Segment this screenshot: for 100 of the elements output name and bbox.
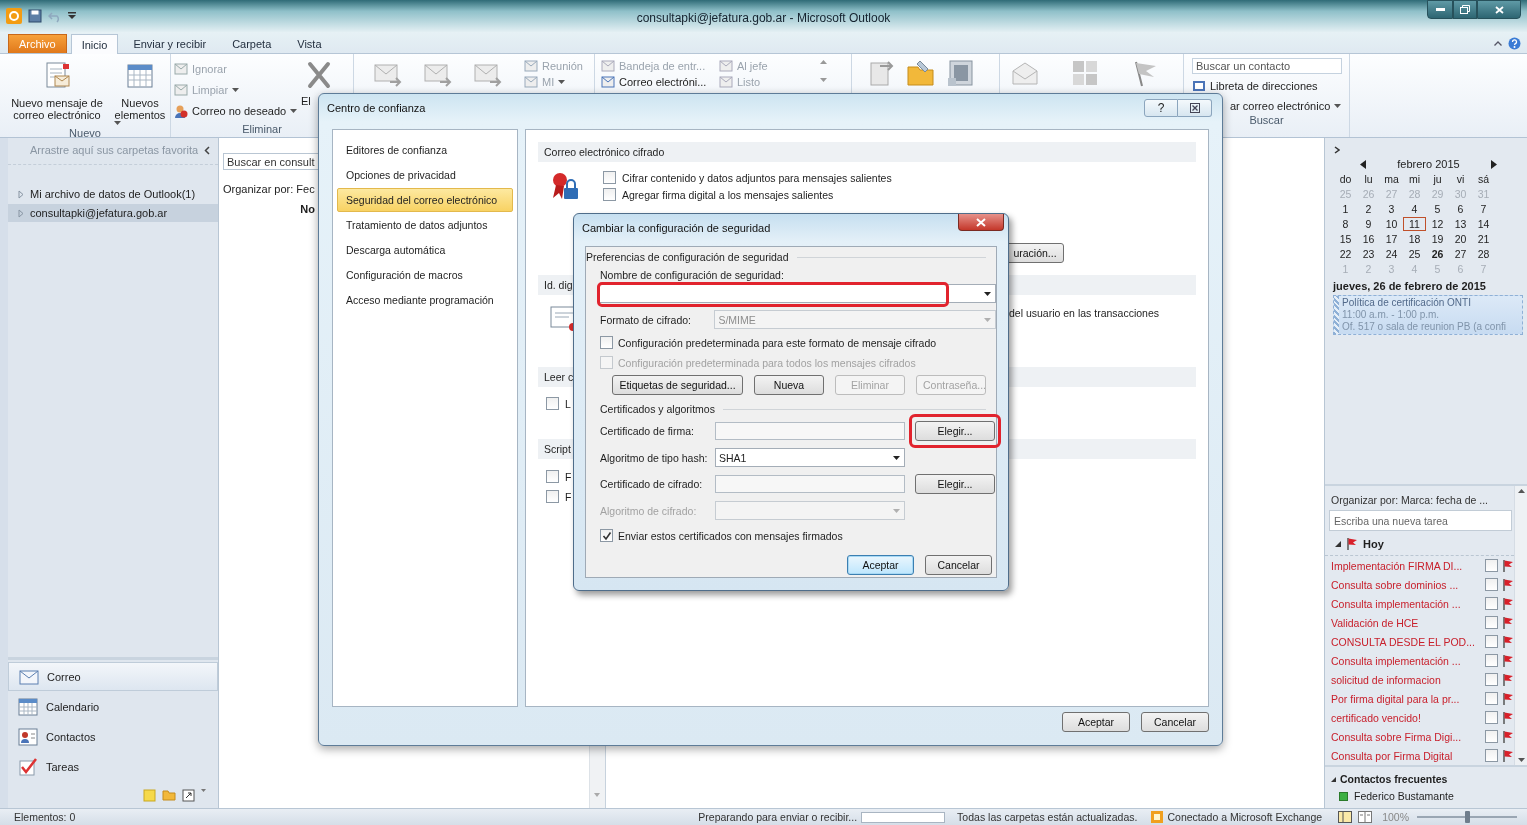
ribbon-button[interactable]: Correo no deseado	[174, 102, 298, 119]
category-item[interactable]: Seguridad del correo electrónico	[337, 188, 513, 212]
caret-icon[interactable]	[201, 789, 206, 792]
collapse-icon[interactable]	[1331, 776, 1336, 782]
checkbox[interactable]	[603, 188, 616, 201]
settings-button[interactable]: uración...	[1006, 243, 1064, 263]
collapse-icon[interactable]	[1335, 541, 1341, 547]
calendar-day[interactable]: 13	[1449, 217, 1472, 231]
module-button[interactable]: Correo	[8, 662, 218, 691]
certificate-field[interactable]	[715, 422, 905, 440]
category-item[interactable]: Opciones de privacidad	[337, 163, 513, 187]
calendar-day[interactable]: 20	[1449, 232, 1472, 246]
folder-icon[interactable]	[162, 789, 176, 801]
calendar-day[interactable]: 22	[1334, 247, 1357, 261]
checkbox[interactable]	[1485, 673, 1498, 686]
module-button[interactable]: Calendario	[8, 692, 218, 721]
calendar-day[interactable]: 1	[1334, 202, 1357, 216]
category-item[interactable]: Configuración de macros	[337, 263, 513, 287]
category-item[interactable]: Acceso mediante programación	[337, 288, 513, 312]
help-button[interactable]: ?	[1144, 99, 1178, 117]
collapse-icon[interactable]	[204, 145, 211, 155]
task-title[interactable]: CONSULTA DESDE EL POD...	[1331, 635, 1481, 648]
calendar-day[interactable]: 7	[1472, 202, 1495, 216]
checkbox[interactable]	[1485, 730, 1498, 743]
algorithm-combobox[interactable]	[715, 501, 905, 520]
expand-icon[interactable]	[1334, 146, 1340, 154]
module-button[interactable]: Contactos	[8, 722, 218, 751]
contact-search-field[interactable]: Buscar un contacto	[1192, 58, 1342, 74]
calendar-day[interactable]: 11	[1403, 217, 1426, 231]
calendar-day[interactable]: 25	[1403, 247, 1426, 261]
category-item[interactable]: Tratamiento de datos adjuntos	[337, 213, 513, 237]
ribbon-button[interactable]: Correo electróni...	[601, 74, 719, 89]
task-title[interactable]: solicitud de informacion	[1331, 673, 1481, 686]
checkbox[interactable]	[603, 171, 616, 184]
task-title[interactable]: certificado vencido!	[1331, 711, 1481, 724]
close-button[interactable]	[1178, 99, 1212, 117]
task-title[interactable]: Consulta por Firma Digital	[1331, 749, 1481, 762]
calendar-day[interactable]: 28	[1472, 247, 1495, 261]
contact-item[interactable]: Federico Bustamante	[1331, 790, 1523, 802]
calendar-day[interactable]: 12	[1426, 217, 1449, 231]
calendar-day[interactable]: 23	[1357, 247, 1380, 261]
calendar-day[interactable]: 26	[1426, 247, 1449, 261]
task-title[interactable]: Implementación FIRMA DI...	[1331, 559, 1481, 572]
dialog-button[interactable]: Nueva	[754, 375, 824, 395]
app-icon[interactable]	[6, 8, 22, 24]
arrange-label[interactable]: Organizar por: Marca: fecha de ...	[1325, 486, 1514, 510]
collapse-icon[interactable]	[1494, 41, 1502, 46]
task-title[interactable]: Consulta sobre Firma Digi...	[1331, 730, 1481, 743]
arrange-label[interactable]: Organizar por: Fec	[223, 183, 319, 195]
folder-item[interactable]: consultapki@jefatura.gob.ar	[8, 204, 218, 222]
checkbox[interactable]	[600, 336, 613, 349]
choose-button[interactable]: Elegir...	[915, 474, 995, 494]
calendar-day[interactable]: 10	[1380, 217, 1403, 231]
category-item[interactable]: Descarga automática	[337, 238, 513, 262]
scrollbar[interactable]	[1514, 486, 1527, 765]
task-title[interactable]: Validación de HCE	[1331, 616, 1481, 629]
reading-view-icon[interactable]	[1358, 811, 1373, 823]
dialog-button[interactable]: Aceptar	[1062, 712, 1130, 732]
calendar-day[interactable]: 4	[1403, 202, 1426, 216]
category-item[interactable]: Editores de confianza	[337, 138, 513, 162]
calendar-day[interactable]: 14	[1472, 217, 1495, 231]
close-button[interactable]	[958, 214, 1004, 231]
dialog-button[interactable]: Etiquetas de seguridad...	[612, 375, 743, 395]
dialog-button[interactable]: Aceptar	[847, 555, 914, 575]
task-title[interactable]: Consulta sobre dominios ...	[1331, 578, 1481, 591]
folder-item[interactable]: Mi archivo de datos de Outlook(1)	[8, 185, 218, 203]
algorithm-combobox[interactable]: SHA1	[715, 448, 905, 467]
module-button[interactable]: Tareas	[8, 752, 218, 781]
checkbox[interactable]	[546, 397, 559, 410]
dialog-button[interactable]: Cancelar	[1141, 712, 1209, 732]
calendar-day[interactable]: 24	[1380, 247, 1403, 261]
checkbox[interactable]	[546, 470, 559, 483]
calendar-day[interactable]: 17	[1380, 232, 1403, 246]
undo-icon[interactable]	[48, 9, 62, 23]
ribbon-tab[interactable]: Inicio	[70, 34, 119, 54]
help-icon[interactable]	[1508, 37, 1521, 50]
folder-icon[interactable]	[906, 58, 936, 88]
calendar-day[interactable]: 9	[1357, 217, 1380, 231]
next-month-icon[interactable]	[1491, 159, 1497, 169]
scroll-arrows-icon[interactable]	[819, 58, 828, 84]
shortcut-icon[interactable]	[182, 789, 195, 802]
calendar-day[interactable]: 27	[1449, 247, 1472, 261]
dialog-button[interactable]: Cancelar	[925, 555, 992, 575]
task-title[interactable]: Consulta implementación ...	[1331, 597, 1481, 610]
filter-email-button[interactable]: ar correo electrónico	[1230, 97, 1344, 114]
previous-month-icon[interactable]	[1360, 159, 1366, 169]
notebook-icon[interactable]	[946, 58, 976, 88]
ribbon-tab[interactable]: Enviar y recibir	[122, 34, 218, 53]
normal-view-icon[interactable]	[1338, 811, 1353, 823]
checkbox[interactable]	[1485, 616, 1498, 629]
checkbox[interactable]	[1485, 692, 1498, 705]
customize-icon[interactable]	[68, 12, 76, 20]
calendar-day[interactable]: 5	[1426, 202, 1449, 216]
calendar-day[interactable]: 21	[1472, 232, 1495, 246]
save-icon[interactable]	[28, 9, 42, 23]
calendar-day[interactable]: 15	[1334, 232, 1357, 246]
calendar-day[interactable]: 6	[1449, 202, 1472, 216]
calendar-day[interactable]: 16	[1357, 232, 1380, 246]
calendar-day[interactable]: 2	[1357, 202, 1380, 216]
new-task-field[interactable]: Escriba una nueva tarea	[1329, 510, 1512, 531]
